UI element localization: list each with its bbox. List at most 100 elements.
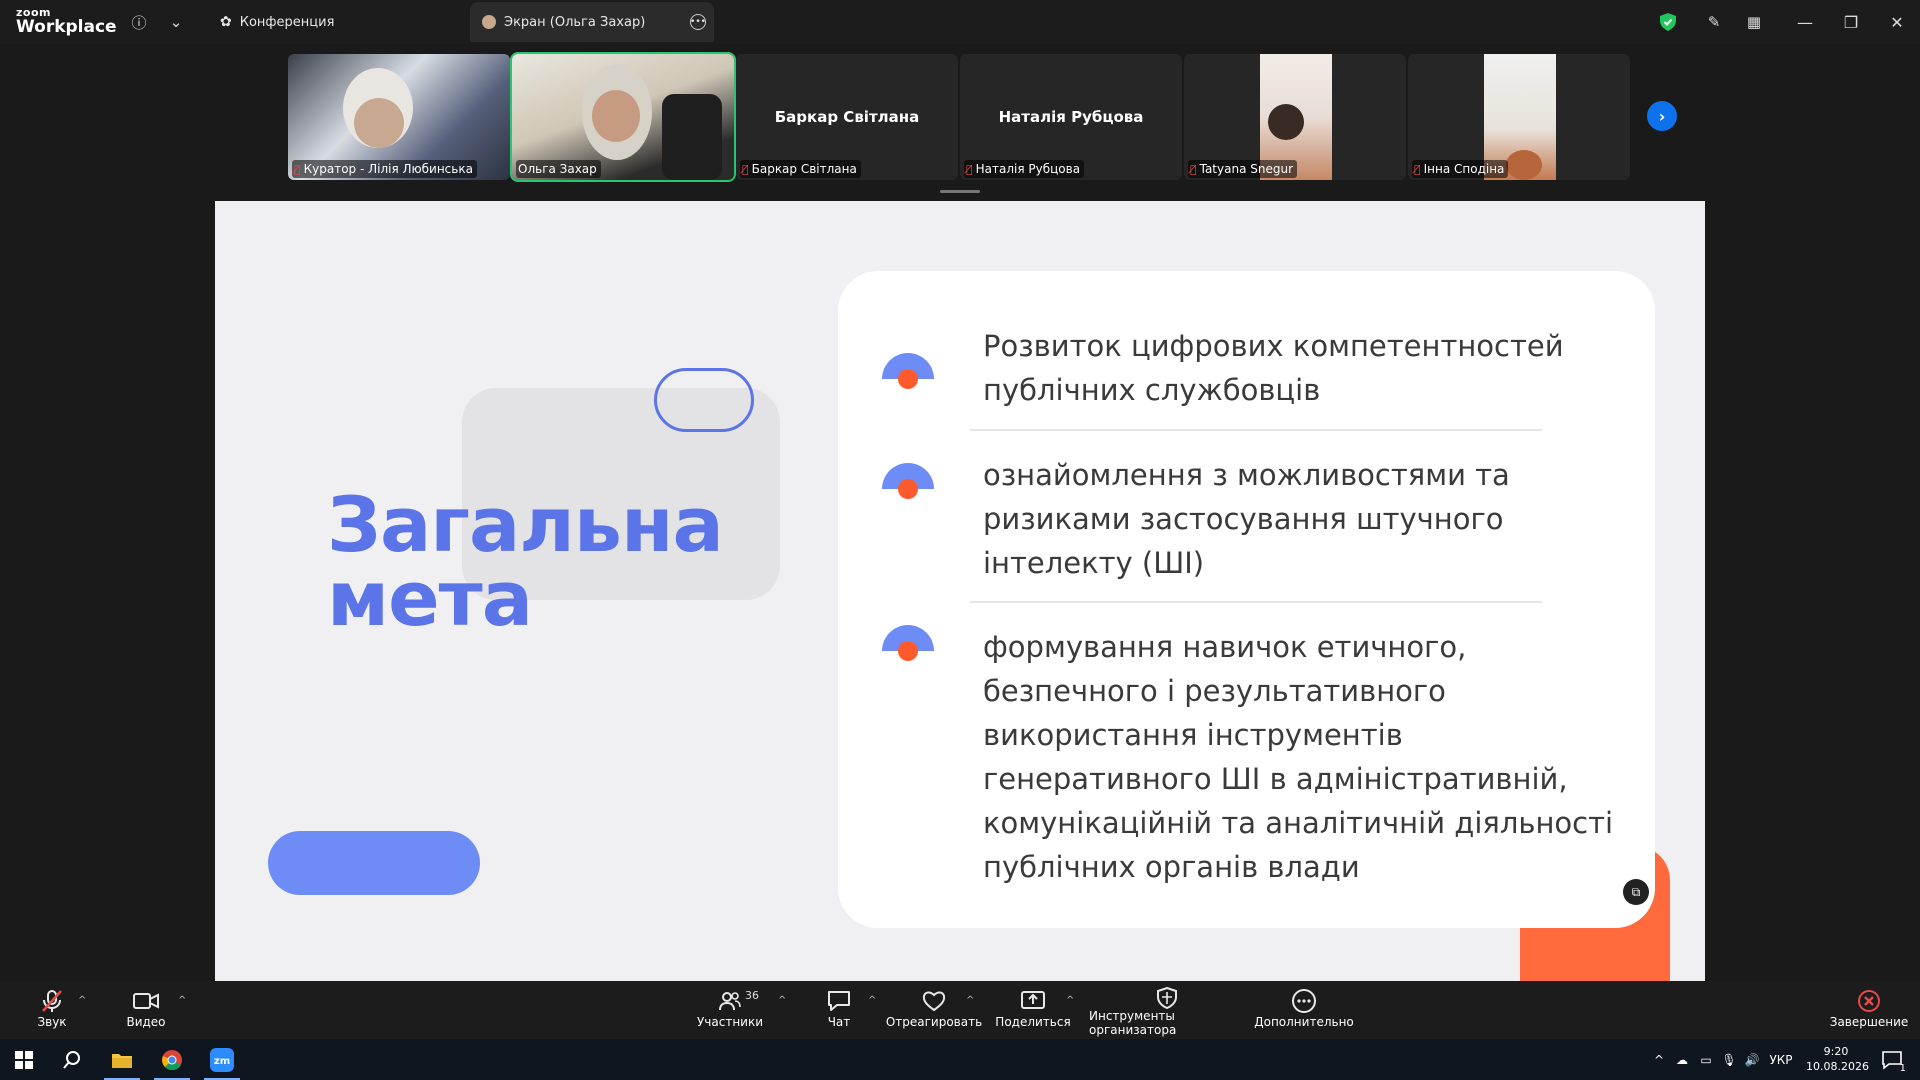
logo-big-text: Workplace [16,17,117,37]
meeting-toolbar: Звук ^ Видео ^ 36 Участники ^ Чат ^ Отре… [0,981,1920,1039]
share-screen-icon [1021,987,1045,1015]
participants-options-caret[interactable]: ^ [778,995,786,1006]
participant-label: 🎙̸ Куратор - Лілія Любинська [292,160,477,178]
participant-label: 🎙̸ Tatyana Snegur [1188,160,1298,178]
notifications-icon[interactable]: 1 [1868,1039,1916,1080]
slide-item: Розвиток цифрових компетентностей публіч… [983,329,1564,407]
language-indicator[interactable]: УКР [1764,1053,1798,1067]
host-tools-button[interactable]: Инструменты организатора [1089,987,1245,1037]
more-options-icon[interactable]: ••• [690,14,706,30]
react-button[interactable]: Отреагировать [886,987,982,1035]
volume-icon[interactable]: 🔊 [1740,1053,1764,1067]
gallery-next-button[interactable]: › [1647,101,1677,131]
more-button[interactable]: Дополнительно [1254,987,1354,1035]
tab-conference-label: Конференция [239,14,335,30]
bullet-icon [882,353,934,389]
mic-off-icon: 🎙̸ [966,162,973,176]
cloud-icon[interactable]: ☁ [1670,1053,1694,1067]
video-tile[interactable]: Баркар Світлана 🎙̸ Баркар Світлана [736,54,958,180]
chat-button[interactable]: Чат [826,987,852,1035]
windows-start-icon[interactable] [0,1039,48,1080]
network-icon[interactable]: ▭ [1694,1053,1718,1067]
tab-screen-share[interactable]: Экран (Ольга Захар) ••• [470,2,714,42]
gallery-scroll-indicator[interactable] [940,190,980,193]
video-tile[interactable]: 🎙̸ Tatyana Snegur [1184,54,1406,180]
participants-count: 36 [745,989,759,1002]
clock-date: 10.08.2026 [1806,1060,1869,1073]
close-icon [1858,987,1880,1015]
video-options-caret[interactable]: ^ [178,995,186,1006]
windows-taskbar: zm ^ ☁ ▭ 🎙 🔊 УКР 9:20 10.08.2026 1 [0,1039,1920,1080]
mic-off-icon: 🎙̸ [742,162,749,176]
video-tile[interactable]: 🎙̸ Куратор - Лілія Любинська [288,54,510,180]
title-bar: zoom Workplace ⓘ ⌄ ✿ Конференция Экран (… [0,0,1920,44]
slide-title: Загальна мета [327,480,724,643]
bullet-icon [882,625,934,661]
heart-icon [922,987,946,1015]
annotate-icon[interactable]: ✎ [1702,10,1726,34]
chrome-icon[interactable] [148,1039,196,1080]
slide-item: формування навичок етичного, безпечного … [983,630,1614,884]
participant-video [1506,150,1542,180]
close-icon[interactable]: ✕ [1874,0,1920,44]
microphone-icon[interactable]: 🎙 [1718,1053,1740,1067]
avatar [482,15,496,29]
view-grid-icon[interactable]: ▦ [1742,10,1766,34]
zoom-logo: zoom Workplace [16,7,117,36]
participant-gallery: 🎙̸ Куратор - Лілія Любинська Ольга Захар … [0,44,1920,200]
clock-time: 9:20 [1823,1045,1849,1058]
participant-label: 🎙̸ Баркар Світлана [740,160,861,178]
floating-control-icon[interactable]: ⧉ [1623,879,1649,905]
notification-count: 1 [1899,1063,1906,1074]
participant-video [662,94,722,180]
shield-icon[interactable] [1656,10,1680,34]
tab-screen-share-label: Экран (Ольга Захар) [504,14,646,30]
participant-video [1268,104,1304,140]
video-tile[interactable]: 🎙̸ Інна Сподіна [1408,54,1630,180]
clock[interactable]: 9:20 10.08.2026 [1806,1044,1869,1074]
video-tile[interactable]: Наталія Рубцова 🎙̸ Наталія Рубцова [960,54,1182,180]
file-explorer-icon[interactable] [98,1039,146,1080]
bullet-icon [882,463,934,499]
zoom-app-icon[interactable]: zm [198,1039,246,1080]
audio-button[interactable]: Звук [36,987,68,1035]
participant-label: 🎙̸ Інна Сподіна [1412,160,1509,178]
info-icon[interactable]: ⓘ [127,10,151,34]
chevron-down-icon[interactable]: ⌄ [164,10,188,34]
participants-button[interactable]: 36 Участники [697,987,763,1035]
end-meeting-button[interactable]: Завершение [1830,987,1908,1035]
participant-video [592,90,640,142]
share-options-caret[interactable]: ^ [1066,995,1074,1006]
svg-text:zm: zm [214,1056,230,1067]
divider [970,601,1542,603]
more-options-icon [1292,987,1316,1015]
chevron-up-icon[interactable]: ^ [1648,1053,1670,1067]
shield-icon [1157,987,1177,1009]
mic-muted-icon [41,987,63,1015]
decorative-shape [268,831,480,895]
divider [970,429,1542,431]
mic-off-icon: 🎙̸ [1414,162,1421,176]
participant-label: 🎙̸ Наталія Рубцова [964,160,1085,178]
video-tile-active-speaker[interactable]: Ольга Захар [510,52,736,182]
mic-off-icon: 🎙̸ [294,162,301,176]
audio-options-caret[interactable]: ^ [78,995,86,1006]
restore-icon[interactable]: ❐ [1828,0,1874,44]
search-icon[interactable] [48,1039,96,1080]
slide-card: Розвиток цифрових компетентностей публіч… [838,271,1655,928]
minimize-icon[interactable]: — [1782,0,1828,44]
chevron-right-icon: › [1658,106,1666,126]
shared-screen: Загальна мета Розвиток цифрових компетен… [215,201,1705,981]
slide-item: ознайомлення з можливостями та ризиками … [983,458,1510,580]
participant-label: Ольга Захар [516,160,601,178]
chat-options-caret[interactable]: ^ [868,995,876,1006]
tab-conference[interactable]: ✿ Конференция [208,2,346,42]
video-camera-icon [133,987,159,1015]
share-button[interactable]: Поделиться [995,987,1071,1035]
react-options-caret[interactable]: ^ [966,995,974,1006]
participant-video [354,98,404,148]
video-button[interactable]: Видео [126,987,166,1035]
mic-off-icon: 🎙̸ [1190,162,1197,176]
system-tray: ^ ☁ ▭ 🎙 🔊 УКР [1648,1039,1798,1080]
decorative-shape [654,368,754,432]
